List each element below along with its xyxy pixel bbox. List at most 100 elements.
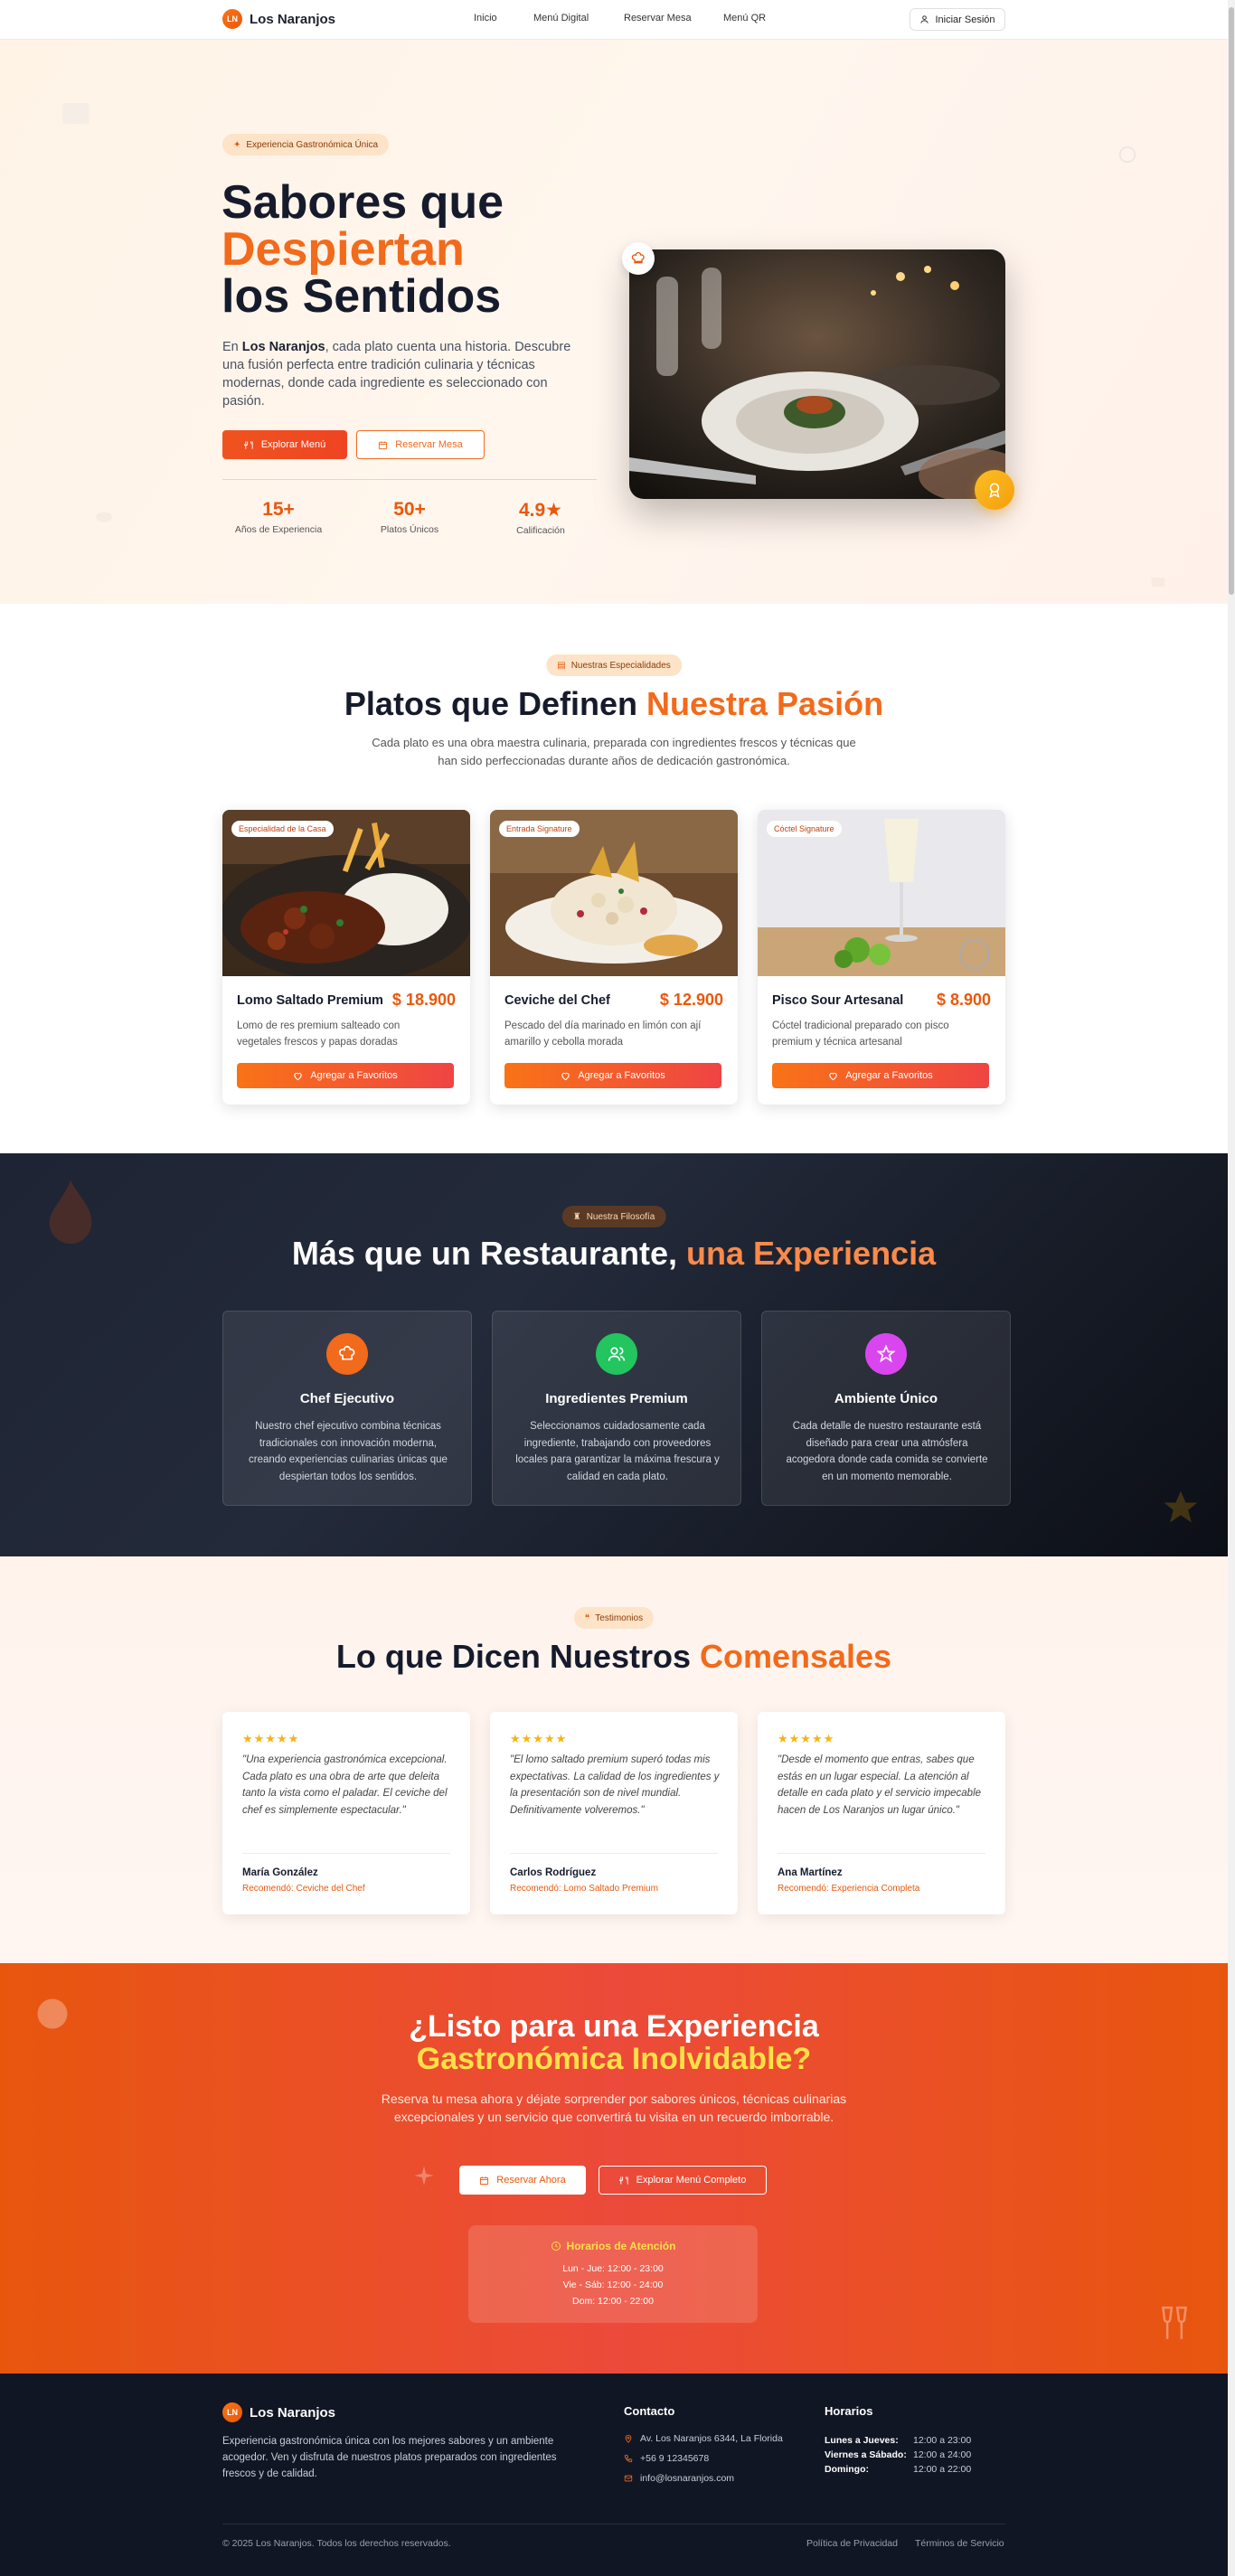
testimonials-badge: ❝ Testimonios: [573, 1607, 655, 1629]
testimonial-quote: "Una experiencia gastronómica excepciona…: [242, 1754, 448, 1816]
philosophy-card: Ingredientes Premium Seleccionamos cuida…: [492, 1311, 741, 1506]
testimonial-recommendation: Recomendó: Experiencia Completa: [778, 1884, 920, 1894]
add-favorite-button[interactable]: Agregar a Favoritos: [237, 1063, 454, 1088]
footer-hours-row: Domingo: 12:00 a 22:00: [825, 2464, 1005, 2475]
testimonials-section: ❝ Testimonios Lo que Dicen Nuestros Come…: [0, 1556, 1228, 1963]
explore-full-menu-button[interactable]: Explorar Menú Completo: [599, 2166, 767, 2195]
scrollbar-thumb[interactable]: [1229, 7, 1234, 595]
philosophy-card: Chef Ejecutivo Nuestro chef ejecutivo co…: [222, 1311, 472, 1506]
terms-of-service-link[interactable]: Términos de Servicio: [915, 2538, 1004, 2549]
stat-rating-value: 4.9★: [518, 500, 563, 521]
dish-header: Ceviche del Chef $ 12.900: [504, 991, 723, 1010]
philosophy-badge: ♜ Nuestra Filosofía: [561, 1206, 666, 1227]
philosophy-title-main: Más que un Restaurante,: [291, 1235, 686, 1272]
footer-phone[interactable]: +56 9 12345678: [624, 2453, 709, 2464]
nav-link-menu-qr[interactable]: Menú QR: [723, 13, 766, 24]
top-nav: LN Los Naranjos Inicio Menú Digital Rese…: [0, 0, 1228, 40]
footer-address: Av. Los Naranjos 6344, La Florida: [624, 2433, 783, 2444]
hours-line: Dom: 12:00 - 22:00: [572, 2296, 654, 2307]
award-icon: [989, 483, 1000, 498]
testimonials-title-main: Lo que Dicen Nuestros: [335, 1638, 700, 1675]
rating-stars: ★★★★★: [778, 1732, 835, 1745]
cta-title-line1: ¿Listo para una Experiencia: [409, 2009, 819, 2044]
philosophy-title: Más que un Restaurante, una Experiencia: [0, 1235, 1228, 1273]
footer-hours-time: 12:00 a 22:00: [913, 2464, 972, 2475]
pot-deco-icon: [1151, 578, 1165, 588]
footer-hours-day: Domingo:: [825, 2464, 869, 2475]
stat-dishes: 50+ Platos Únicos: [346, 499, 473, 535]
hero-desc-brand: Los Naranjos: [241, 340, 325, 354]
cta-title-line2: Gastronómica Inolvidable?: [416, 2042, 812, 2076]
footer-hours-day: Viernes a Sábado:: [825, 2449, 907, 2460]
reserve-table-label: Reservar Mesa: [395, 439, 463, 450]
testimonials-title-accent: Comensales: [699, 1638, 892, 1675]
privacy-policy-link[interactable]: Política de Privacidad: [806, 2538, 898, 2549]
dish-name: Lomo Saltado Premium: [237, 992, 383, 1008]
login-button[interactable]: Iniciar Sesión: [910, 8, 1005, 31]
dish-tag: Cóctel Signature: [767, 821, 842, 837]
footer-address-text: Av. Los Naranjos 6344, La Florida: [640, 2433, 783, 2444]
hero-badge-label: Experiencia Gastronómica Única: [246, 139, 379, 150]
dish-description: Cóctel tradicional preparado con pisco p…: [772, 1020, 949, 1048]
rating-stars: ★★★★★: [242, 1732, 300, 1745]
calendar-icon: [480, 2176, 489, 2185]
footer-hours-time: 12:00 a 24:00: [913, 2449, 972, 2460]
chef-icon: ♜: [572, 1211, 581, 1222]
reserve-table-button[interactable]: Reservar Mesa: [356, 430, 485, 459]
footer-email[interactable]: info@losnaranjos.com: [624, 2473, 734, 2484]
footer-hours-title: Horarios: [825, 2404, 873, 2418]
calendar-icon: [379, 440, 388, 449]
stat-years-label: Años de Experiencia: [234, 524, 323, 535]
stat-years-value: 15+: [262, 499, 295, 520]
stat-rating-label: Calificación: [516, 525, 565, 536]
logo-badge: LN: [222, 9, 242, 29]
specialties-title: Platos que Definen Nuestra Pasión: [0, 685, 1228, 723]
philosophy-card-title: Ingredientes Premium: [545, 1391, 688, 1406]
footer-phone-text: +56 9 12345678: [640, 2453, 710, 2464]
stat-dishes-value: 50+: [393, 499, 426, 520]
sparkle-icon: ✦: [233, 139, 241, 150]
hours-line: Vie - Sáb: 12:00 - 24:00: [562, 2280, 664, 2290]
reserve-now-button[interactable]: Reservar Ahora: [459, 2166, 586, 2195]
page: LN Los Naranjos Inicio Menú Digital Rese…: [0, 0, 1235, 2576]
glasses-deco-icon: [1162, 2306, 1187, 2339]
dish-header: Pisco Sour Artesanal $ 8.900: [772, 991, 991, 1010]
login-label: Iniciar Sesión: [935, 14, 995, 25]
users-icon: [596, 1333, 637, 1375]
footer-email-text: info@losnaranjos.com: [640, 2473, 735, 2484]
hero-title-line1: Sabores que: [222, 176, 504, 229]
brand-logo[interactable]: LN Los Naranjos: [222, 9, 335, 29]
specialties-subtitle: Cada plato es una obra maestra culinaria…: [372, 736, 856, 767]
dish-description: Pescado del día marinado en limón con aj…: [504, 1020, 702, 1048]
opening-hours-title: Horarios de Atención: [468, 2240, 758, 2252]
explore-menu-button[interactable]: Explorar Menú: [222, 430, 347, 459]
heart-icon: [829, 1072, 837, 1080]
stat-years: 15+ Años de Experiencia: [215, 499, 342, 535]
divider: [510, 1853, 718, 1854]
dish-header: Lomo Saltado Premium $ 18.900: [237, 991, 456, 1010]
dish-card: Cóctel Signature Pisco Sour Artesanal $ …: [758, 810, 1005, 1105]
heart-icon: [561, 1072, 570, 1080]
stat-rating: 4.9★ Calificación: [477, 499, 604, 536]
hero-title: Sabores que Despiertan los Sentidos: [222, 179, 504, 320]
philosophy-badge-label: Nuestra Filosofía: [586, 1211, 655, 1222]
nav-link-reservar-mesa[interactable]: Reservar Mesa: [624, 13, 692, 24]
heart-icon: [294, 1072, 302, 1080]
footer-hours-row: Lunes a Jueves: 12:00 a 23:00: [825, 2435, 1005, 2446]
testimonial-card: ★★★★★ "Una experiencia gastronómica exce…: [222, 1712, 470, 1914]
nav-link-inicio[interactable]: Inicio: [474, 13, 497, 24]
food-deco-icon: [62, 103, 90, 125]
footer: LN Los Naranjos Experiencia gastronómica…: [0, 2374, 1228, 2576]
nav-link-menu-digital[interactable]: Menú Digital: [533, 13, 589, 24]
reserve-now-label: Reservar Ahora: [496, 2175, 566, 2186]
hero-description: En Los Naranjos, cada plato cuenta una h…: [222, 338, 584, 410]
testimonial-author: María González: [242, 1867, 318, 1878]
footer-brand[interactable]: LN Los Naranjos: [222, 2402, 335, 2422]
hours-line: Lun - Jue: 12:00 - 23:00: [562, 2263, 664, 2274]
cta-subtitle: Reserva tu mesa ahora y déjate sorprende…: [381, 2092, 847, 2124]
add-favorite-button[interactable]: Agregar a Favoritos: [504, 1063, 721, 1088]
page-scrollbar[interactable]: [1228, 0, 1235, 2576]
testimonials-title: Lo que Dicen Nuestros Comensales: [0, 1638, 1228, 1676]
hero-title-line3: los Sentidos: [222, 270, 502, 323]
add-favorite-button[interactable]: Agregar a Favoritos: [772, 1063, 989, 1088]
